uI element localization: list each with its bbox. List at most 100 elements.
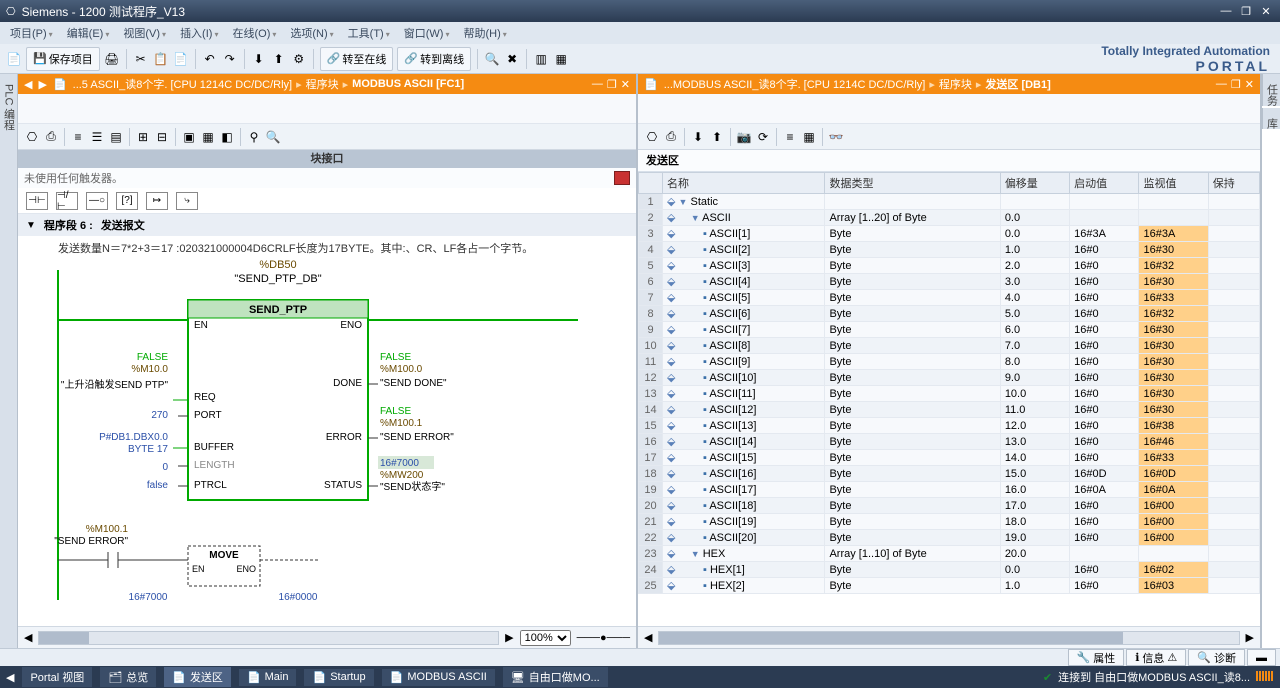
table-row[interactable]: 14⬙ ▪ ASCII[12]Byte11.016#016#30 <box>639 402 1260 418</box>
tb-i9[interactable]: ▦ <box>200 129 216 145</box>
minimize-button[interactable]: — <box>1218 5 1234 18</box>
table-row[interactable]: 6⬙ ▪ ASCII[4]Byte3.016#016#30 <box>639 274 1260 290</box>
table-row[interactable]: 11⬙ ▪ ASCII[9]Byte8.016#016#30 <box>639 354 1260 370</box>
pane-min-icon[interactable]: — <box>1216 78 1227 91</box>
table-row[interactable]: 20⬙ ▪ ASCII[18]Byte17.016#016#00 <box>639 498 1260 514</box>
tb-i6[interactable]: ⊞ <box>135 129 151 145</box>
table-row[interactable]: 22⬙ ▪ ASCII[20]Byte19.016#016#00 <box>639 530 1260 546</box>
table-row[interactable]: 21⬙ ▪ ASCII[19]Byte18.016#016#00 <box>639 514 1260 530</box>
menu-tools[interactable]: 工具(T) <box>342 23 396 43</box>
col-header[interactable]: 保持 <box>1208 173 1259 194</box>
pane-max-icon[interactable]: ❐ <box>607 78 617 91</box>
new-icon[interactable]: 📄 <box>6 51 22 67</box>
copy-icon[interactable]: 📋 <box>153 51 169 67</box>
menu-online[interactable]: 在线(O) <box>226 23 282 43</box>
db-tb-7[interactable]: ≡ <box>782 129 798 145</box>
menu-help[interactable]: 帮助(H) <box>457 23 512 43</box>
scroll-left-icon[interactable]: ◀ <box>24 631 32 644</box>
table-row[interactable]: 25⬙ ▪ HEX[2]Byte1.016#016#03 <box>639 578 1260 594</box>
menu-insert[interactable]: 插入(I) <box>174 23 224 43</box>
table-row[interactable]: 24⬙ ▪ HEX[1]Byte0.016#016#02 <box>639 562 1260 578</box>
pane-max-icon[interactable]: ❐ <box>1231 78 1241 91</box>
undo-icon[interactable]: ↶ <box>202 51 218 67</box>
tb-i11[interactable]: ⚲ <box>246 129 262 145</box>
tb-i3[interactable]: ≡ <box>70 129 86 145</box>
col-header[interactable]: 数据类型 <box>825 173 1000 194</box>
tb-i12[interactable]: 🔍 <box>265 129 281 145</box>
table-row[interactable]: 12⬙ ▪ ASCII[10]Byte9.016#016#30 <box>639 370 1260 386</box>
table-row[interactable]: 4⬙ ▪ ASCII[2]Byte1.016#016#30 <box>639 242 1260 258</box>
print-icon[interactable]: 🖨 <box>104 51 120 67</box>
left-sidetab[interactable]: PLC 编程 <box>0 74 18 648</box>
table-row[interactable]: 15⬙ ▪ ASCII[13]Byte12.016#016#38 <box>639 418 1260 434</box>
cut-icon[interactable]: ✂ <box>133 51 149 67</box>
tab-diagnostics[interactable]: 🔍 诊断 <box>1188 649 1245 666</box>
db-tb-6[interactable]: ⟳ <box>755 129 771 145</box>
flag-icon[interactable] <box>614 171 630 185</box>
right-sidetab-tasks[interactable]: 任务 <box>1262 74 1280 106</box>
tb-i10[interactable]: ◧ <box>219 129 235 145</box>
pane-close-icon[interactable]: ✕ <box>621 78 630 91</box>
go-offline-button[interactable]: 🔗 转到离线 <box>397 47 471 71</box>
branch-icon[interactable]: ↦ <box>146 192 168 210</box>
table-row[interactable]: 2⬙ ▼ ASCIIArray [1..20] of Byte0.0 <box>639 210 1260 226</box>
scroll-right-icon[interactable]: ▶ <box>505 631 513 644</box>
table-row[interactable]: 7⬙ ▪ ASCII[5]Byte4.016#016#33 <box>639 290 1260 306</box>
nav-back-icon[interactable]: ◀ <box>24 78 32 91</box>
db-tb-9[interactable]: 👓 <box>828 129 844 145</box>
compile-icon[interactable]: ⚙ <box>291 51 307 67</box>
ladder-diagram[interactable]: %DB50 "SEND_PTP_DB" SEND_PTP EN ENO REQ … <box>18 260 636 626</box>
tb-i8[interactable]: ▣ <box>181 129 197 145</box>
db-tb-2[interactable]: ⎙ <box>663 129 679 145</box>
branch2-icon[interactable]: ⤷ <box>176 192 198 210</box>
tb-i5[interactable]: ▤ <box>108 129 124 145</box>
db-tb-1[interactable]: ⎔ <box>644 129 660 145</box>
table-row[interactable]: 23⬙ ▼ HEXArray [1..10] of Byte20.0 <box>639 546 1260 562</box>
table-row[interactable]: 1⬙ ▼ Static <box>639 194 1260 210</box>
taskbar-sendarea[interactable]: 📄 发送区 <box>164 667 231 687</box>
taskbar-modbus[interactable]: 📄 MODBUS ASCII <box>382 669 495 686</box>
tab-info[interactable]: ℹ 信息 ⚠ <box>1126 649 1186 666</box>
tb-i4[interactable]: ☰ <box>89 129 105 145</box>
db-tb-8[interactable]: ▦ <box>801 129 817 145</box>
taskbar-overview[interactable]: 🗂 总览 <box>100 667 156 687</box>
db-table[interactable]: 名称数据类型偏移量启动值监视值保持 1⬙ ▼ Static2⬙ ▼ ASCIIA… <box>638 172 1260 626</box>
table-row[interactable]: 16⬙ ▪ ASCII[14]Byte13.016#016#46 <box>639 434 1260 450</box>
db-tb-3[interactable]: ⬇ <box>690 129 706 145</box>
contact-nc-icon[interactable]: ⊣/⊢ <box>56 192 78 210</box>
network-header[interactable]: ▼ 程序段 6 : 发送报文 <box>18 214 636 236</box>
coil-icon[interactable]: —○ <box>86 192 108 210</box>
table-row[interactable]: 9⬙ ▪ ASCII[7]Byte6.016#016#30 <box>639 322 1260 338</box>
nav-fwd-icon[interactable]: ▶ <box>38 78 46 91</box>
find-icon[interactable]: 🔍 <box>484 51 500 67</box>
table-row[interactable]: 18⬙ ▪ ASCII[16]Byte15.016#0D16#0D <box>639 466 1260 482</box>
col-header[interactable]: 名称 <box>663 173 825 194</box>
redo-icon[interactable]: ↷ <box>222 51 238 67</box>
taskbar-portal[interactable]: Portal 视图 <box>22 667 92 687</box>
table-row[interactable]: 8⬙ ▪ ASCII[6]Byte5.016#016#32 <box>639 306 1260 322</box>
menu-edit[interactable]: 编辑(E) <box>61 23 116 43</box>
col-header[interactable]: 偏移量 <box>1000 173 1069 194</box>
col-header[interactable] <box>639 173 663 194</box>
paste-icon[interactable]: 📄 <box>173 51 189 67</box>
scroll-right-icon[interactable]: ▶ <box>1246 631 1254 644</box>
table-row[interactable]: 10⬙ ▪ ASCII[8]Byte7.016#016#30 <box>639 338 1260 354</box>
contact-no-icon[interactable]: ⊣⊢ <box>26 192 48 210</box>
pane-min-icon[interactable]: — <box>592 78 603 91</box>
scroll-left-icon[interactable]: ◀ <box>644 631 652 644</box>
tab-properties[interactable]: 🔧 属性 <box>1068 649 1125 666</box>
pane-close-icon[interactable]: ✕ <box>1245 78 1254 91</box>
taskbar-main[interactable]: 📄 Main <box>239 669 297 686</box>
upload-icon[interactable]: ⬆ <box>271 51 287 67</box>
collapse-icon[interactable]: ▼ <box>26 220 36 231</box>
download-icon[interactable]: ⬇ <box>251 51 267 67</box>
taskbar-free[interactable]: 🖥 自由口做MO... <box>503 667 608 687</box>
taskbar-startup[interactable]: 📄 Startup <box>304 669 373 686</box>
db-tb-4[interactable]: ⬆ <box>709 129 725 145</box>
portal-nav-icon[interactable]: ◀ <box>6 671 14 684</box>
maximize-button[interactable]: ❐ <box>1238 5 1254 18</box>
col-header[interactable]: 启动值 <box>1070 173 1139 194</box>
menu-options[interactable]: 选项(N) <box>284 23 339 43</box>
close-button[interactable]: ✕ <box>1258 5 1274 18</box>
right-sidetab-lib[interactable]: 库 <box>1262 108 1280 129</box>
